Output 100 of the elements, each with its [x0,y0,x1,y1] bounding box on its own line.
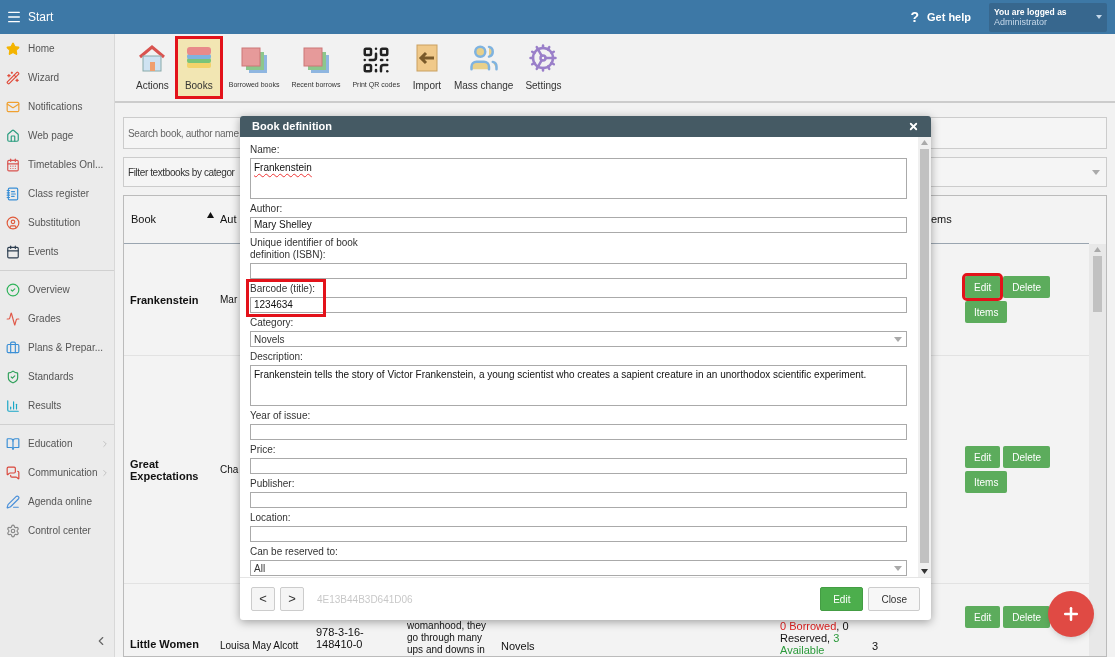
toolbar-button[interactable]: Actions [130,36,175,99]
column-header[interactable]: Book [124,211,216,228]
nav-button[interactable]: < [251,587,275,611]
sidebar-item[interactable]: Notifications [0,92,114,121]
dropdown-caret-icon [894,336,902,342]
help-icon[interactable]: ? [910,6,919,28]
field-label: Can be reserved to: [250,545,338,558]
scroll-up-icon[interactable] [1094,247,1101,252]
toolbar-button[interactable]: Books [174,36,223,99]
input-field[interactable]: 1234634 [250,297,907,313]
user-menu[interactable]: You are logged as Administrator [989,2,1107,32]
house-icon [6,128,20,143]
field-label: Price: [250,443,276,456]
table-cell-text: Mar [220,293,238,307]
sidebar-item[interactable]: Education [0,429,114,458]
plus-icon [1061,604,1081,624]
sidebar-item[interactable]: Timetables Onl... [0,150,114,179]
scroll-thumb[interactable] [1093,256,1102,312]
sidebar-item[interactable]: Communication [0,458,114,487]
user-name: Administrator [994,17,1048,27]
table-cell-text: 3 [871,639,880,654]
help-link[interactable]: Get help [927,8,971,26]
close-button[interactable]: Close [868,587,920,611]
scroll-up-icon[interactable] [921,140,928,145]
dialog-title: Book definition [252,119,333,135]
table-cell-text: womanhood, they go through many ups and downs in [406,620,487,656]
table-cell-text: Louisa May Alcott [220,639,299,653]
field-label: Publisher: [250,477,295,490]
dropdown-caret-icon [894,565,902,571]
wand-icon [6,70,20,85]
menu-icon[interactable] [6,9,22,25]
field-label: Description: [250,350,303,363]
table-cell-text: Cha [220,463,239,477]
chat-icon [6,465,20,480]
field-label: Name: [250,143,280,156]
check-circle-icon [6,282,20,297]
sidebar-item[interactable]: Home [0,34,114,63]
sidebar-item[interactable]: Overview [0,275,114,304]
scroll-down-icon[interactable] [921,569,928,574]
text-area[interactable]: Frankenstein tells the story of Victor Frankenstein, a young scientist who creates a sapient creature in an unorthodox scientific experiment. [250,365,907,406]
sidebar-item[interactable]: Wizard [0,63,114,92]
field-label: Barcode (title): [250,282,316,295]
chevron-right-icon [100,438,110,449]
table-cell-text: 978-3-16-148410-0 [315,625,365,650]
page-title: Start [28,9,54,26]
chart-line-icon [6,311,20,326]
sidebar-item[interactable]: Results [0,391,114,420]
input-field[interactable]: Mary Shelley [250,217,907,233]
notebook-icon [6,186,20,201]
sidebar-item[interactable]: Events [0,237,114,266]
sidebar-item[interactable]: Web page [0,121,114,150]
scrollbar[interactable] [1089,244,1106,656]
input-field[interactable] [250,492,907,508]
gear-icon [6,523,20,538]
book-title: Little Women [129,637,200,650]
book-title: Great Expectations [129,457,200,482]
nav-button[interactable]: > [280,587,304,611]
scroll-thumb[interactable] [920,149,929,563]
select-field[interactable]: Novels [250,331,907,347]
shield-icon [6,369,20,384]
calendar-icon [6,244,20,259]
book-icon [6,436,20,451]
availability-text: 0 Borrowed, 0 Reserved, 3 Available [779,620,850,656]
toolbar-button[interactable]: Settings [519,36,568,99]
input-field[interactable] [250,526,907,542]
envelope-icon [6,99,20,114]
field-label: Location: [250,511,291,524]
caret-icon [1096,15,1102,19]
toolbar-button[interactable]: Import [405,36,448,99]
bar-chart-icon [6,398,20,413]
sort-up-icon [207,211,214,218]
user-caption: You are logged as [994,7,1067,17]
input-field[interactable] [250,424,907,440]
sidebar-item[interactable]: Grades [0,304,114,333]
dropdown-caret-icon [1092,169,1100,175]
field-label: Unique identifier of book definition (ISBN): [250,236,359,261]
toolbar-button[interactable]: Mass change [447,36,520,99]
house-icon [137,42,168,73]
sidebar-item[interactable]: Control center [0,516,114,545]
sidebar-item[interactable]: Class register [0,179,114,208]
stacked-squares-icon [239,44,270,75]
sidebar-item[interactable]: Standards [0,362,114,391]
field-label: Year of issue: [250,409,311,422]
sidebar-item[interactable]: Agenda online [0,487,114,516]
star-icon [6,41,20,56]
input-field[interactable] [250,458,907,474]
select-field[interactable]: All [250,560,907,576]
close-icon[interactable] [908,121,919,132]
text-area[interactable]: Frankenstein [250,158,907,199]
book-title: Frankenstein [129,293,200,306]
sidebar-item[interactable]: Plans & Prepar... [0,333,114,362]
chevron-right-icon [100,467,110,478]
pen-icon [6,494,20,509]
sidebar-item[interactable]: Substitution [0,208,114,237]
dialog-scrollbar[interactable] [918,137,931,577]
input-field[interactable] [250,263,907,279]
stacked-squares-icon [300,44,331,75]
calendar-icon [6,157,20,172]
gear-icon [528,42,559,73]
person-icon [6,215,20,230]
